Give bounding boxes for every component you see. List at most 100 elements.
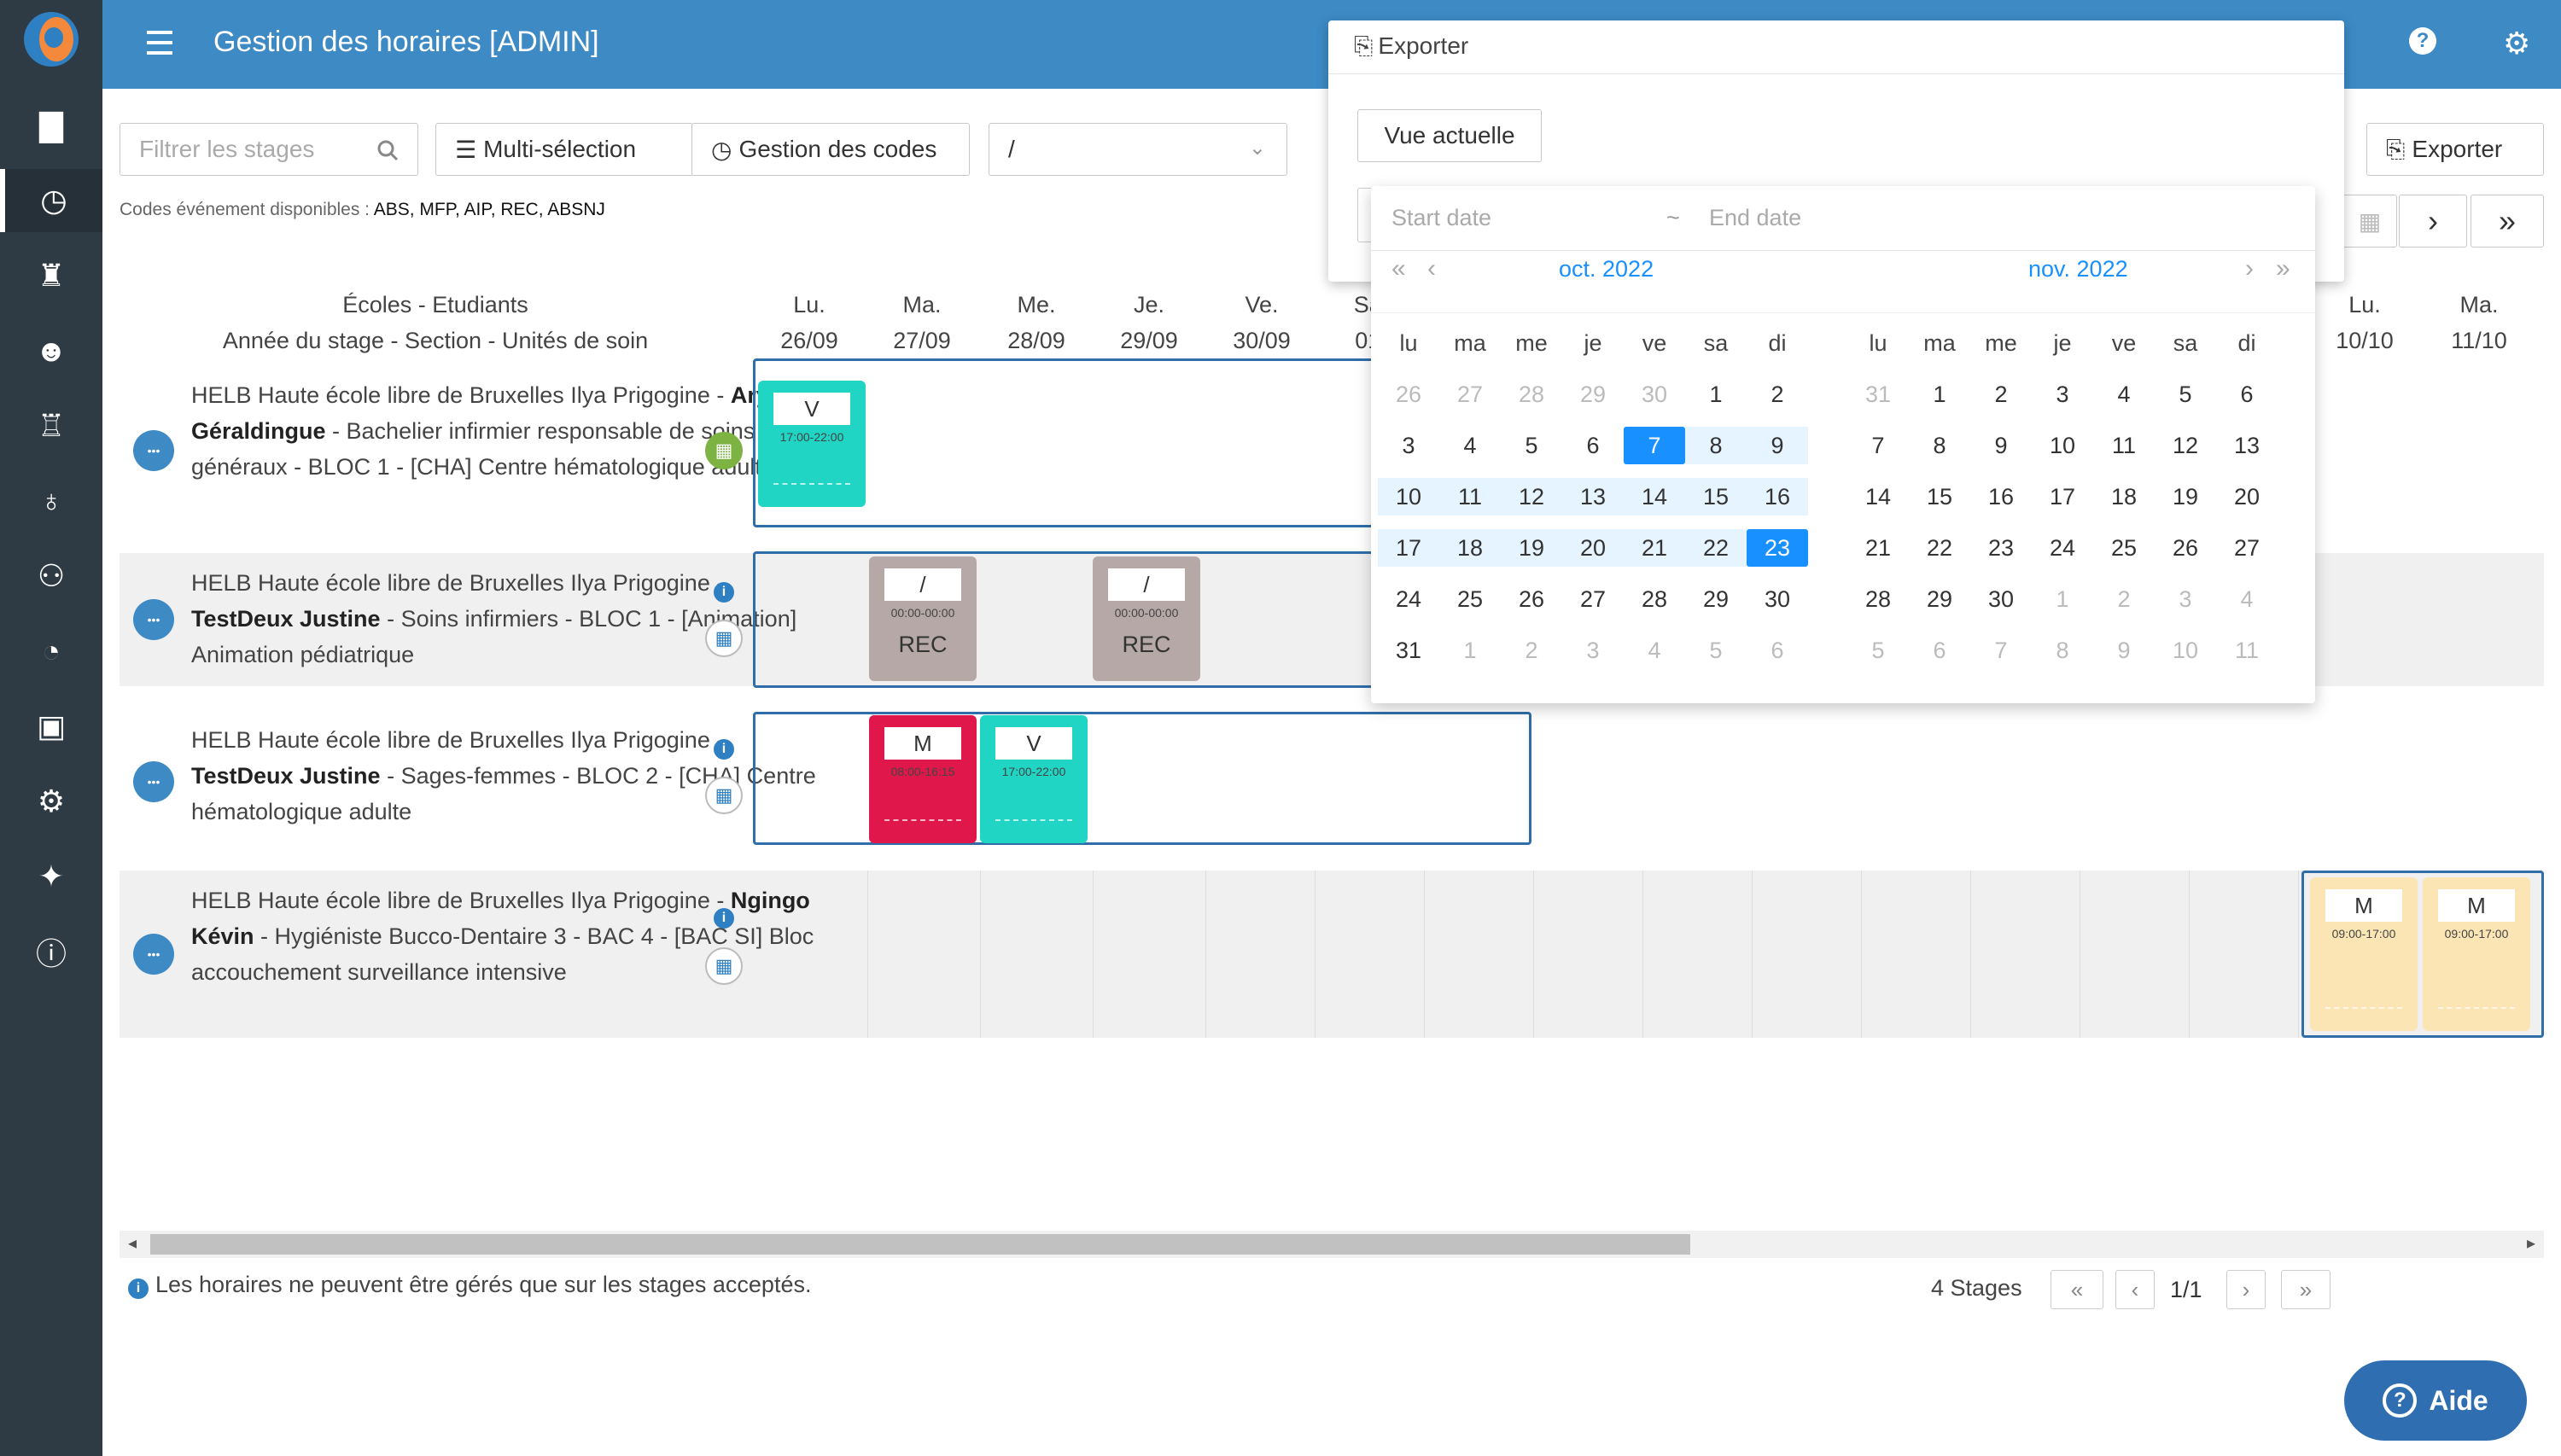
calendar-day[interactable]: 6 bbox=[1909, 632, 1970, 669]
calendar-day[interactable]: 20 bbox=[2216, 478, 2278, 515]
calendar-day[interactable]: 21 bbox=[1624, 529, 1685, 567]
calendar-day[interactable]: 8 bbox=[2032, 632, 2093, 669]
calendar-day[interactable]: 15 bbox=[1909, 478, 1970, 515]
prev-page-button[interactable]: ‹ bbox=[2115, 1270, 2155, 1309]
calendar-day[interactable]: 5 bbox=[1685, 632, 1747, 669]
next-month-icon[interactable]: › bbox=[2245, 254, 2254, 283]
schedule-calendar-icon[interactable]: ▦ bbox=[705, 947, 743, 985]
calendar-day[interactable]: 9 bbox=[2093, 632, 2155, 669]
calendar-day[interactable]: 12 bbox=[2155, 427, 2216, 464]
calendar-day[interactable]: 13 bbox=[2216, 427, 2278, 464]
month-left-label[interactable]: oct. 2022 bbox=[1559, 256, 1654, 282]
calendar-day[interactable]: 16 bbox=[1970, 478, 2032, 515]
calendar-day[interactable]: 3 bbox=[2155, 580, 2216, 618]
schedule-event[interactable]: M 08:00-16:15 bbox=[869, 715, 977, 843]
calendar-day[interactable]: 27 bbox=[1439, 376, 1501, 413]
calendar-day[interactable]: 25 bbox=[2093, 529, 2155, 567]
calendar-day[interactable]: 1 bbox=[2032, 580, 2093, 618]
schedule-calendar-icon[interactable]: ▦ bbox=[705, 777, 743, 814]
schedule-event[interactable]: V 17:00-22:00 bbox=[980, 715, 1088, 843]
prev-year-icon[interactable]: « bbox=[1391, 254, 1406, 283]
calendar-day[interactable]: 4 bbox=[2216, 580, 2278, 618]
prev-month-icon[interactable]: ‹ bbox=[1427, 254, 1436, 283]
calendar-day[interactable]: 4 bbox=[1624, 632, 1685, 669]
end-date-input[interactable]: End date bbox=[1709, 205, 1801, 231]
calendar-day[interactable]: 13 bbox=[1562, 478, 1624, 515]
calendar-day[interactable]: 8 bbox=[1909, 427, 1970, 464]
sidebar-tags-icon[interactable]: ✦ bbox=[0, 845, 102, 908]
schedule-event[interactable]: / 00:00-00:00 REC bbox=[1093, 556, 1200, 681]
calendar-day[interactable]: 6 bbox=[1747, 632, 1808, 669]
calendar-day[interactable]: 1 bbox=[1685, 376, 1747, 413]
sidebar-clock-icon[interactable]: ◷ bbox=[0, 169, 102, 232]
calendar-day[interactable]: 12 bbox=[1501, 478, 1562, 515]
calendar-day[interactable]: 11 bbox=[2093, 427, 2155, 464]
calendar-day[interactable]: 23 bbox=[1970, 529, 2032, 567]
calendar-day[interactable]: 3 bbox=[2032, 376, 2093, 413]
calendar-day[interactable]: 11 bbox=[1439, 478, 1501, 515]
first-page-button[interactable]: « bbox=[2051, 1270, 2103, 1309]
calendar-day[interactable]: 26 bbox=[1501, 580, 1562, 618]
schedule-event[interactable]: M 09:00-17:00 bbox=[2423, 877, 2530, 1031]
calendar-day[interactable]: 17 bbox=[2032, 478, 2093, 515]
last-page-button[interactable]: » bbox=[2281, 1270, 2331, 1309]
sidebar-graduation-icon[interactable]: ♜ bbox=[0, 244, 102, 307]
calendar-day[interactable]: 5 bbox=[2155, 376, 2216, 413]
filter-stages-input[interactable]: Filtrer les stages bbox=[120, 123, 418, 176]
next-period-button[interactable]: › bbox=[2399, 195, 2467, 248]
calendar-day[interactable]: 31 bbox=[1847, 376, 1909, 413]
calendar-day[interactable]: 18 bbox=[2093, 478, 2155, 515]
settings-gear-icon[interactable]: ⚙ bbox=[2503, 26, 2530, 61]
calendar-day[interactable]: 18 bbox=[1439, 529, 1501, 567]
row-actions-icon[interactable]: ••• bbox=[133, 761, 174, 802]
calendar-day[interactable]: 25 bbox=[1439, 580, 1501, 618]
calendar-day[interactable]: 26 bbox=[1378, 376, 1439, 413]
schedule-event[interactable]: V 17:00-22:00 bbox=[758, 381, 866, 507]
calendar-day[interactable]: 3 bbox=[1562, 632, 1624, 669]
calendar-day[interactable]: 26 bbox=[2155, 529, 2216, 567]
calendar-day[interactable]: 17 bbox=[1378, 529, 1439, 567]
calendar-day[interactable]: 9 bbox=[1747, 427, 1808, 464]
calendar-day[interactable]: 19 bbox=[1501, 529, 1562, 567]
calendar-day[interactable]: 21 bbox=[1847, 529, 1909, 567]
export-button[interactable]: ⎘ Exporter bbox=[2366, 123, 2544, 176]
calendar-day[interactable]: 15 bbox=[1685, 478, 1747, 515]
calendar-day[interactable]: 19 bbox=[2155, 478, 2216, 515]
help-icon[interactable]: ? bbox=[2409, 27, 2436, 55]
scroll-right-arrow-icon[interactable]: ▸ bbox=[2527, 1232, 2535, 1254]
help-button[interactable]: ? Aide bbox=[2344, 1360, 2527, 1441]
calendar-day[interactable]: 27 bbox=[1562, 580, 1624, 618]
calendar-day[interactable]: 29 bbox=[1562, 376, 1624, 413]
info-icon[interactable]: i bbox=[714, 739, 734, 760]
calendar-day[interactable]: 28 bbox=[1847, 580, 1909, 618]
sidebar-gears-icon[interactable]: ⚙ bbox=[0, 770, 102, 833]
calendar-day[interactable]: 4 bbox=[2093, 376, 2155, 413]
schedule-calendar-icon[interactable]: ▦ bbox=[705, 620, 743, 657]
schedule-event[interactable]: / 00:00-00:00 REC bbox=[869, 556, 977, 681]
sidebar-people-icon[interactable]: ⚇ bbox=[0, 545, 102, 608]
calendar-day[interactable]: 2 bbox=[1747, 376, 1808, 413]
sidebar-pie-chart-icon[interactable]: ◔ bbox=[0, 620, 102, 683]
month-right-label[interactable]: nov. 2022 bbox=[2028, 256, 2128, 282]
calendar-day[interactable]: 10 bbox=[1378, 478, 1439, 515]
calendar-day[interactable]: 28 bbox=[1501, 376, 1562, 413]
calendar-day[interactable]: 3 bbox=[1378, 427, 1439, 464]
start-date-input[interactable]: Start date bbox=[1391, 205, 1491, 231]
info-icon[interactable]: i bbox=[714, 582, 734, 603]
calendar-day[interactable]: 7 bbox=[1970, 632, 2032, 669]
calendar-day[interactable]: 23 bbox=[1747, 529, 1808, 567]
view-select[interactable]: / ⌄ bbox=[989, 123, 1287, 176]
horizontal-scrollbar[interactable]: ◂ ▸ bbox=[120, 1231, 2544, 1258]
calendar-day[interactable]: 10 bbox=[2155, 632, 2216, 669]
calendar-day[interactable]: 2 bbox=[1501, 632, 1562, 669]
calendar-day[interactable]: 4 bbox=[1439, 427, 1501, 464]
calendar-day[interactable]: 11 bbox=[2216, 632, 2278, 669]
codes-management-button[interactable]: ◷ Gestion des codes bbox=[691, 123, 970, 176]
calendar-day[interactable]: 14 bbox=[1624, 478, 1685, 515]
calendar-day[interactable]: 27 bbox=[2216, 529, 2278, 567]
app-logo[interactable] bbox=[24, 12, 79, 67]
sidebar-calendar-icon[interactable]: ▇ bbox=[0, 94, 102, 157]
next-page-button[interactable]: › bbox=[2226, 1270, 2266, 1309]
calendar-day[interactable]: 5 bbox=[1847, 632, 1909, 669]
calendar-picker-button[interactable]: ▦ bbox=[2342, 195, 2397, 248]
